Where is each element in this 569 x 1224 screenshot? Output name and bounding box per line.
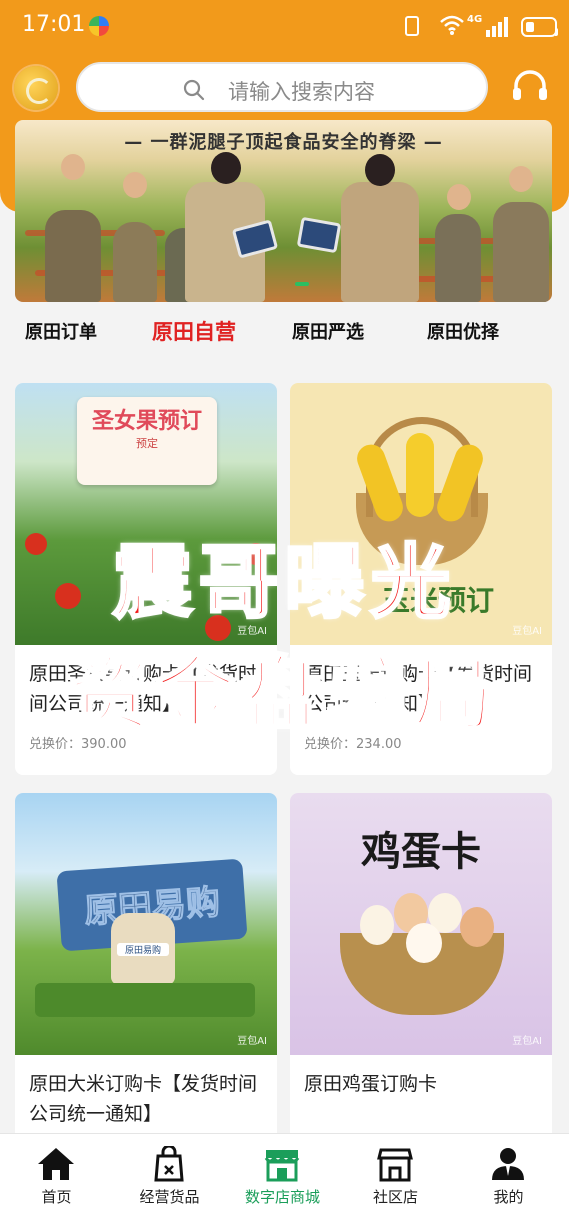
product-image-text: 鸡蛋卡 — [361, 829, 481, 875]
nav-profile[interactable]: 我的 — [452, 1134, 565, 1224]
app-notification-icon — [89, 16, 109, 36]
tab-yuantian-selection[interactable]: 原田严选 — [292, 318, 364, 344]
banner-page-indicator — [295, 282, 309, 286]
corn-decoration — [406, 433, 434, 517]
ai-generated-tag: 豆包AI — [237, 1036, 267, 1047]
rice-sack: 原田易购 — [111, 913, 175, 985]
goods-bag-icon — [154, 1146, 184, 1182]
community-store-icon — [377, 1148, 413, 1182]
nav-home[interactable]: 首页 — [0, 1134, 113, 1224]
network-type-label: 4G — [467, 14, 483, 25]
banner-farmer — [45, 210, 101, 302]
status-bar: 17:01 4G — [0, 0, 569, 54]
banner-farmer-head — [447, 184, 471, 210]
nav-label: 经营货品 — [139, 1188, 200, 1206]
ai-generated-tag: 豆包AI — [512, 1036, 542, 1047]
home-icon — [38, 1148, 74, 1180]
banner-girl-head — [365, 154, 395, 186]
banner-farmer — [435, 214, 481, 302]
category-tabs: 原田订单 原田自营 原田严选 原田优择 — [0, 318, 569, 352]
nav-label: 我的 — [493, 1188, 524, 1206]
search-icon — [183, 79, 205, 101]
product-card[interactable]: 鸡蛋卡 豆包AI 原田鸡蛋订购卡 — [290, 793, 552, 1143]
overlay-headline: 震哥曝光 — [111, 535, 457, 631]
tab-yuantian-preferred[interactable]: 原田优择 — [427, 318, 499, 344]
bottom-navigation: 首页 经营货品 数字店商城 社区店 我的 — [0, 1133, 569, 1224]
product-image-text: 圣女果预订 — [91, 409, 202, 434]
nav-label: 社区店 — [372, 1188, 418, 1206]
search-placeholder: 请输入搜索内容 — [228, 80, 375, 104]
store-icon — [264, 1150, 300, 1182]
nav-digital-store[interactable]: 数字店商城 — [226, 1134, 339, 1224]
signal-icon — [486, 17, 508, 37]
banner-girl-head — [211, 152, 241, 184]
wifi-icon — [440, 15, 464, 35]
banner-title: — 一群泥腿子顶起食品安全的脊梁 — — [124, 132, 443, 153]
egg-decoration — [460, 907, 494, 947]
banner-farmer-head — [61, 154, 85, 180]
nav-label: 首页 — [41, 1188, 72, 1206]
grass-base — [35, 983, 255, 1017]
product-title: 原田鸡蛋订购卡 — [304, 1073, 438, 1095]
nav-goods[interactable]: 经营货品 — [113, 1134, 226, 1224]
promo-banner[interactable]: — 一群泥腿子顶起食品安全的脊梁 — — [15, 120, 552, 302]
nav-community-store[interactable]: 社区店 — [339, 1134, 452, 1224]
profile-icon — [492, 1148, 524, 1180]
tab-yuantian-self-operated[interactable]: 原田自营 — [152, 316, 236, 346]
nav-label: 数字店商城 — [244, 1188, 320, 1206]
banner-girl — [341, 182, 419, 302]
egg-decoration — [406, 923, 442, 963]
overlay-headline: 资金盘骗局 — [68, 647, 500, 743]
tab-yuantian-orders[interactable]: 原田订单 — [25, 318, 97, 344]
product-image-subtext: 预定 — [136, 437, 158, 450]
search-input[interactable]: 请输入搜索内容 — [76, 62, 488, 112]
product-card[interactable]: 原田易购 原田易购 豆包AI 原田大米订购卡【发货时间公司统一通知】 — [15, 793, 277, 1143]
rice-sack-label: 原田易购 — [117, 943, 169, 956]
product-image-sign: 圣女果预订 预定 — [77, 397, 217, 485]
egg-decoration — [360, 905, 394, 945]
banner-farmer-head — [123, 172, 147, 198]
banner-farmer — [493, 202, 549, 302]
product-image: 鸡蛋卡 豆包AI — [290, 793, 552, 1055]
product-image: 原田易购 原田易购 豆包AI — [15, 793, 277, 1055]
vibrate-icon — [405, 16, 419, 36]
product-title: 原田大米订购卡【发货时间公司统一通知】 — [29, 1073, 258, 1125]
banner-farmer-head — [509, 166, 533, 192]
customer-service-icon[interactable] — [510, 66, 550, 106]
banner-tablet — [296, 216, 342, 254]
battery-icon — [521, 17, 558, 37]
banner-farmer — [113, 222, 157, 302]
status-time: 17:01 — [22, 12, 86, 37]
brand-logo[interactable] — [14, 66, 58, 110]
